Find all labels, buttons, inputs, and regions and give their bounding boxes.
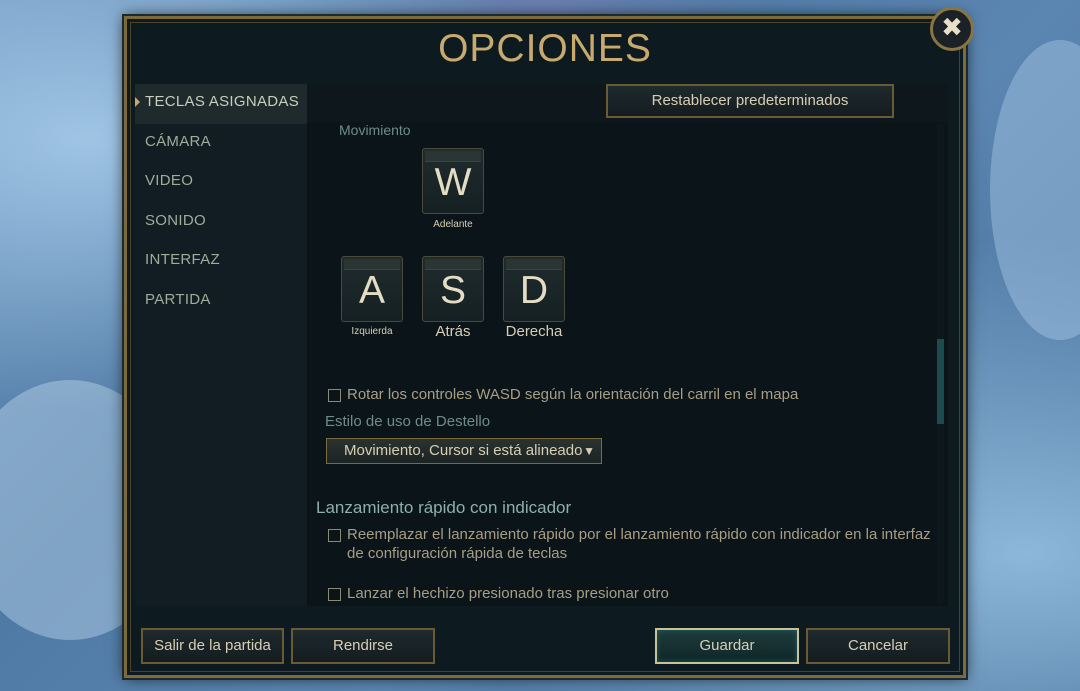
background-art-right (990, 40, 1080, 340)
key-s[interactable]: S (422, 256, 484, 322)
sidebar-item-interfaz[interactable]: INTERFAZ (135, 242, 307, 282)
cast-on-press-label: Lanzar el hechizo presionado tras presio… (347, 585, 669, 602)
movement-label: Movimiento (339, 122, 411, 138)
sidebar-item-label: VIDEO (145, 172, 194, 189)
restore-defaults-button[interactable]: Restablecer predeterminados (606, 84, 894, 118)
sidebar-item-label: SONIDO (145, 211, 206, 229)
close-icon[interactable]: ✖ (930, 7, 974, 51)
flash-style-label: Estilo de uso de Destello (325, 413, 491, 430)
replace-quickcast-label-line1: Reemplazar el lanzamiento rápido por el … (347, 526, 931, 543)
rotate-wasd-checkbox[interactable] (328, 389, 341, 402)
quickcast-heading: Lanzamiento rápido con indicador (316, 498, 572, 517)
flash-style-dropdown[interactable]: Movimiento, Cursor si está alineado ▼ (326, 438, 602, 464)
scrollbar-thumb[interactable] (937, 339, 944, 424)
sidebar-item-label: CÁMARA (145, 132, 211, 150)
rotate-wasd-label: Rotar los controles WASD según la orient… (347, 386, 799, 403)
cast-on-press-option[interactable]: Lanzar el hechizo presionado tras presio… (328, 584, 669, 603)
cast-on-press-checkbox[interactable] (328, 588, 341, 601)
sidebar-item-label: TECLAS ASIGNADAS (145, 93, 300, 110)
key-a[interactable]: A (341, 256, 403, 322)
replace-quickcast-option[interactable]: Reemplazar el lanzamiento rápido por el … (328, 525, 931, 563)
key-letter: D (519, 269, 549, 312)
key-w[interactable]: W (422, 148, 484, 214)
key-d[interactable]: D (503, 256, 565, 322)
key-letter: W (434, 161, 472, 204)
key-caption-right: Derecha (505, 323, 563, 340)
chevron-down-icon: ▼ (583, 444, 595, 458)
surrender-button[interactable]: Rendirse (291, 628, 435, 664)
key-caption-back: Atrás (435, 323, 471, 340)
sidebar-item-partida[interactable]: PARTIDA (135, 282, 307, 322)
flash-style-value: Movimiento, Cursor si está alineado (344, 442, 583, 459)
key-caption-left: Izquierda (351, 326, 393, 337)
window-title: OPCIONES (438, 27, 652, 70)
sidebar-item-label: INTERFAZ (145, 251, 220, 268)
options-sidebar: TECLAS ASIGNADAS CÁMARA VIDEO SONIDO INT… (135, 84, 307, 606)
sidebar-item-camara[interactable]: CÁMARA (135, 124, 307, 164)
sidebar-item-teclas-asignadas[interactable]: TECLAS ASIGNADAS (135, 84, 307, 124)
cancel-button[interactable]: Cancelar (806, 628, 950, 664)
replace-quickcast-label-line2: de configuración rápida de teclas (347, 545, 568, 562)
key-letter: S (439, 269, 466, 312)
save-button[interactable]: Guardar (655, 628, 799, 664)
replace-quickcast-label: Reemplazar el lanzamiento rápido por el … (347, 525, 931, 563)
sidebar-item-label: PARTIDA (145, 290, 211, 308)
key-letter: A (358, 269, 385, 312)
key-caption-forward: Adelante (433, 219, 473, 230)
rotate-wasd-option[interactable]: Rotar los controles WASD según la orient… (328, 385, 798, 404)
exit-game-button[interactable]: Salir de la partida (141, 628, 284, 664)
sidebar-item-video[interactable]: VIDEO (135, 163, 307, 203)
sidebar-item-sonido[interactable]: SONIDO (135, 203, 307, 243)
replace-quickcast-checkbox[interactable] (328, 529, 341, 542)
